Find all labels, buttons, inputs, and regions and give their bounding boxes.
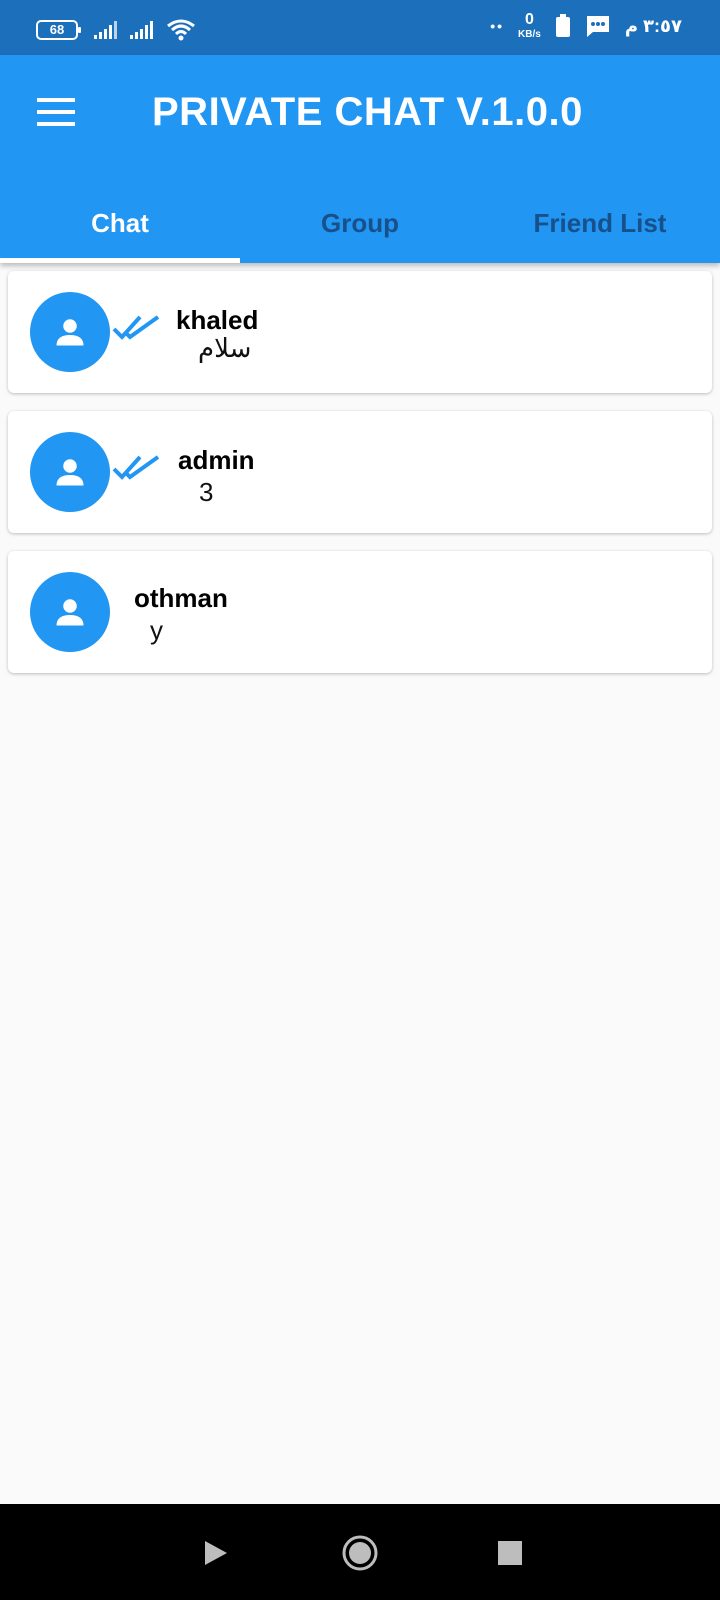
chat-item-othman[interactable]: othman y: [8, 551, 712, 673]
avatar[interactable]: [30, 572, 110, 652]
chat-item-admin[interactable]: admin 3: [8, 411, 712, 533]
battery-icon: 68: [36, 20, 81, 40]
tab-indicator: [0, 258, 240, 263]
contact-name: othman: [134, 583, 228, 613]
network-speed-unit: KB/s: [518, 29, 541, 40]
person-icon: [56, 459, 84, 486]
tab-bar: Chat Group Friend List: [0, 183, 720, 263]
tab-group-label: Group: [321, 207, 399, 238]
status-bar-right: •• 0 KB/s ٣:٥٧ م: [490, 12, 682, 40]
last-message: y: [150, 615, 163, 645]
hamburger-menu-icon: [37, 98, 75, 126]
home-icon: [342, 1535, 378, 1571]
recents-icon: [498, 1541, 522, 1565]
back-icon: [205, 1541, 227, 1565]
battery-level: 68: [49, 22, 65, 37]
battery-saver-icon: [555, 14, 570, 37]
recents-button[interactable]: [489, 1532, 531, 1574]
double-check-icon: [112, 315, 160, 340]
app-title: PRIVATE CHAT V.1.0.0: [152, 90, 583, 134]
network-speed-value: 0: [524, 11, 534, 28]
wifi-icon: [167, 19, 195, 41]
back-button[interactable]: [194, 1532, 236, 1574]
status-bar: 68 •• 0 KB/s ٣:٥٧ م: [0, 0, 720, 55]
tab-friend-list-label: Friend List: [533, 207, 667, 238]
status-dots: ••: [490, 18, 505, 34]
status-time: ٣:٥٧ م: [624, 15, 682, 36]
signal-icon: [94, 21, 117, 39]
status-bar-left: 68: [36, 18, 196, 42]
tab-group[interactable]: Group: [240, 183, 480, 263]
contact-name: khaled: [176, 305, 259, 335]
avatar[interactable]: [30, 432, 110, 512]
network-speed: 0 KB/s: [518, 12, 541, 40]
last-message: 3: [199, 477, 214, 507]
tab-chat[interactable]: Chat: [0, 183, 240, 263]
app-bar: PRIVATE CHAT V.1.0.0 Chat Group Friend L…: [0, 55, 720, 263]
contact-name: admin: [178, 445, 255, 475]
double-check-icon: [112, 455, 160, 480]
menu-button[interactable]: [32, 88, 80, 136]
chat-item-khaled[interactable]: khaled سلام: [8, 271, 712, 393]
avatar[interactable]: [30, 292, 110, 372]
navigation-bar: [0, 1504, 720, 1600]
message-icon: [586, 16, 609, 37]
home-button[interactable]: [339, 1532, 381, 1574]
screen: 68 •• 0 KB/s ٣:٥٧ م PRIVATE CHAT V.1.0.0…: [0, 0, 720, 1600]
tab-chat-label: Chat: [91, 207, 149, 238]
signal-icon: [130, 21, 153, 39]
person-icon: [56, 599, 84, 626]
last-message: سلام: [198, 333, 252, 363]
tab-friend-list[interactable]: Friend List: [480, 183, 720, 263]
person-icon: [56, 319, 84, 346]
